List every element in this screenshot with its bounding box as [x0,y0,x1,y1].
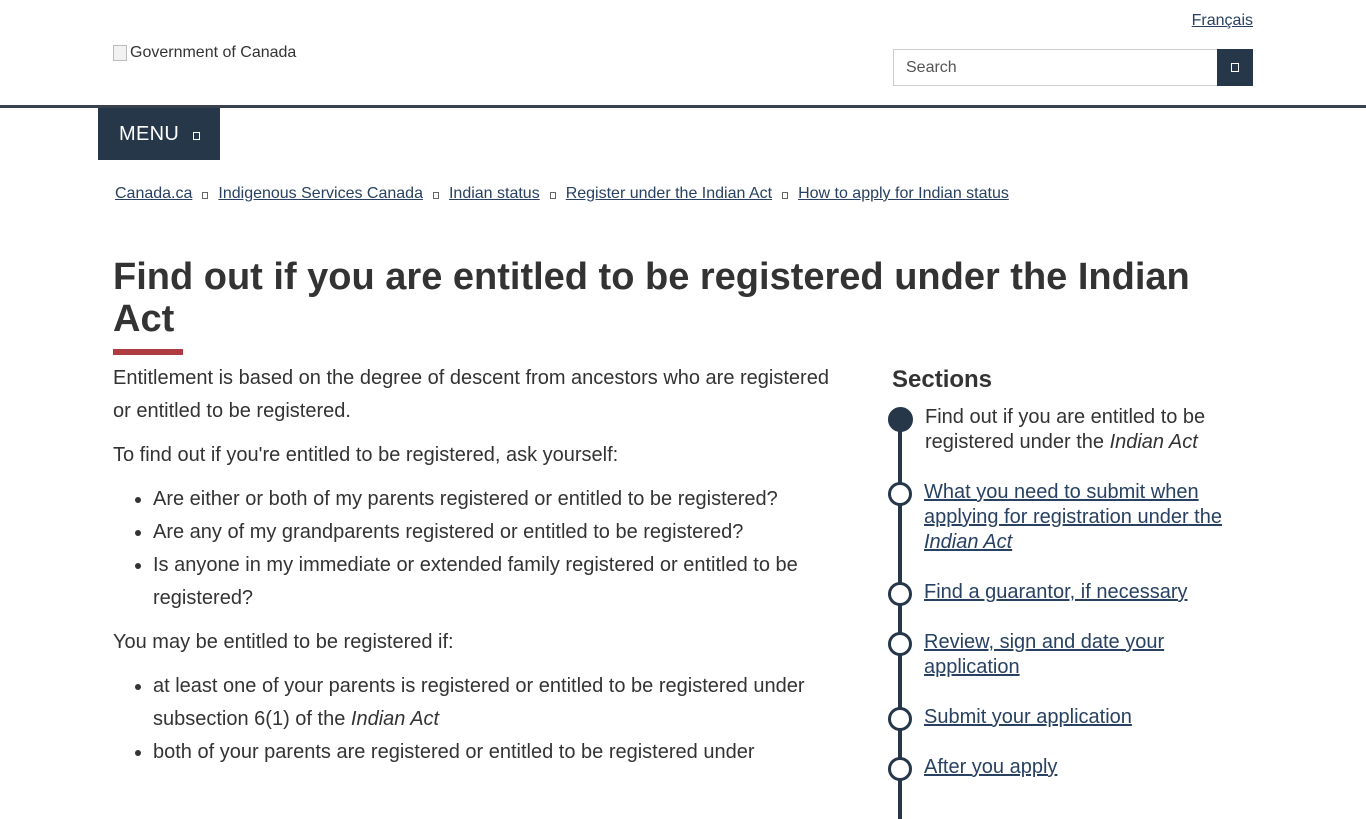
menu-label: MENU [119,122,180,145]
list-item: Are any of my grandparents registered or… [153,516,843,549]
conditions-list: at least one of your parents is register… [113,670,843,769]
intro-paragraph: Entitlement is based on the degree of de… [113,367,829,422]
breadcrumb-canada-ca[interactable]: Canada.ca [115,185,192,203]
section-step: Review, sign and date your application [886,630,1234,680]
breadcrumb-separator-icon [549,192,556,199]
logo-alt-text: Government of Canada [130,44,297,61]
section-link-review-sign-date[interactable]: Review, sign and date your application [924,631,1164,678]
search-button[interactable] [1217,49,1253,86]
section-link-find-guarantor[interactable]: Find a guarantor, if necessary [924,581,1187,603]
section-step: Submit your application [886,705,1234,731]
search-input[interactable] [893,49,1217,86]
list-item: both of your parents are registered or e… [153,736,843,769]
government-of-canada-logo[interactable]: Government of Canada [113,44,296,62]
may-be-entitled-paragraph: You may be entitled to be registered if: [113,631,454,653]
title-accent-bar [113,349,183,355]
step-dot-icon [888,482,912,506]
section-step: Find a guarantor, if necessary [886,580,1234,606]
page-title: Find out if you are entitled to be regis… [113,256,1190,340]
breadcrumb-indigenous-services-canada[interactable]: Indigenous Services Canada [218,185,423,203]
list-item: Are either or both of my parents registe… [153,483,843,516]
list-item: at least one of your parents is register… [153,670,843,736]
section-link-after-you-apply[interactable]: After you apply [924,756,1057,778]
section-step: After you apply [886,755,1234,781]
step-dot-icon [888,632,912,656]
breadcrumb-separator-icon [202,192,209,199]
questions-list: Are either or both of my parents registe… [113,483,843,615]
broken-image-icon [113,45,127,61]
section-link-what-to-submit[interactable]: What you need to submit when applying fo… [924,481,1222,553]
language-toggle-link[interactable]: Français [1192,12,1253,30]
menu-button[interactable]: MENU [98,108,220,160]
sections-heading: Sections [892,366,993,393]
breadcrumb-register-under-indian-act[interactable]: Register under the Indian Act [566,185,772,203]
main-content: Entitlement is based on the degree of de… [113,362,843,780]
search-icon [1231,63,1239,72]
breadcrumb: Canada.ca Indigenous Services Canada Ind… [115,185,1009,203]
section-link-submit-application[interactable]: Submit your application [924,706,1132,728]
section-step-current: Find out if you are entitled to be regis… [886,405,1235,455]
step-dot-icon [888,582,912,606]
section-step-label: Find out if you are entitled to be regis… [925,406,1206,453]
search-form [893,49,1253,86]
step-dot-icon [888,707,912,731]
condition-text: both of your parents are registered or e… [153,741,755,763]
breadcrumb-separator-icon [432,192,439,199]
breadcrumb-separator-icon [782,192,789,199]
current-step-dot-icon [888,407,913,432]
chevron-down-icon [193,132,201,140]
condition-emphasis: Indian Act [350,708,440,730]
breadcrumb-how-to-apply[interactable]: How to apply for Indian status [798,185,1009,203]
ask-yourself-paragraph: To find out if you're entitled to be reg… [113,444,619,466]
breadcrumb-indian-status[interactable]: Indian status [449,185,540,203]
section-step: What you need to submit when applying fo… [886,480,1234,555]
condition-text: at least one of your parents is register… [153,675,805,730]
step-dot-icon [888,757,912,781]
list-item: Is anyone in my immediate or extended fa… [153,549,843,615]
